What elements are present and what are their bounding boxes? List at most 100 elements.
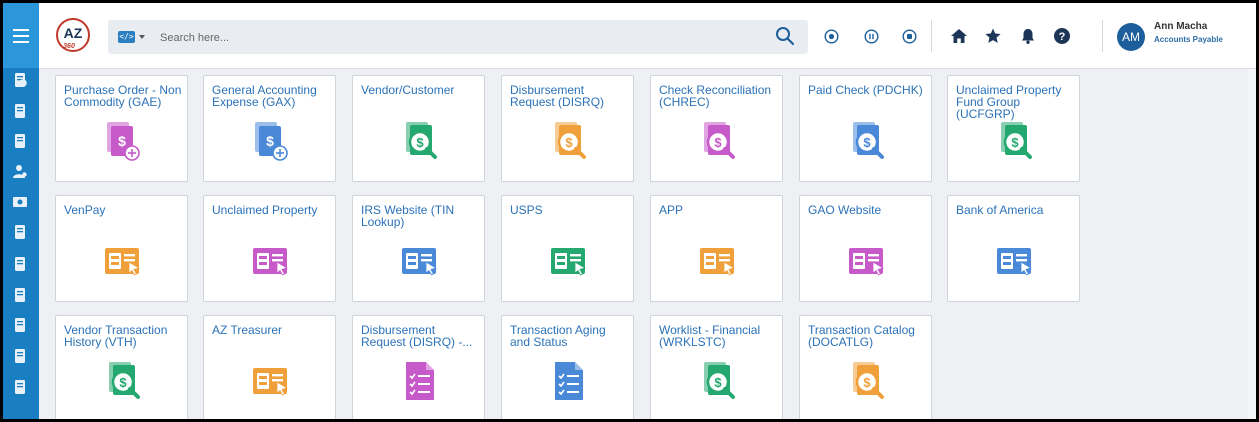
stop-icon[interactable]: [902, 29, 917, 44]
svg-text:$: $: [266, 133, 274, 149]
rail-file-icon[interactable]: [12, 103, 28, 119]
notifications-bell-icon[interactable]: [1019, 27, 1037, 45]
hamburger-menu-button[interactable]: [3, 3, 39, 68]
user-role: Accounts Payable: [1154, 35, 1223, 44]
rail-doc-user-icon[interactable]: [12, 348, 28, 364]
hamburger-icon: [13, 34, 29, 37]
app-tile[interactable]: Unclaimed Property Fund Group (UCFGRP) $: [947, 75, 1080, 182]
money-search-icon: $: [853, 362, 884, 399]
money-search-icon: $: [109, 362, 140, 399]
app-tile[interactable]: Vendor/Customer $: [352, 75, 485, 182]
app-tile[interactable]: Vendor Transaction History (VTH) $: [55, 315, 188, 419]
app-tile[interactable]: Purchase Order - Non Commodity (GAE) $: [55, 75, 188, 182]
tile-label: VenPay: [64, 203, 106, 217]
rail-docs-icon[interactable]: [12, 317, 28, 333]
tile-label: AZ Treasurer: [212, 323, 283, 337]
app-tile[interactable]: Worklist - Financial (WRKLSTC) $: [650, 315, 783, 419]
search-input[interactable]: [158, 27, 752, 49]
tile-label: Transaction Aging and Status: [510, 323, 606, 349]
web-form-icon: [402, 248, 437, 276]
app-tile[interactable]: APP: [650, 195, 783, 302]
user-avatar[interactable]: AM: [1117, 23, 1145, 51]
app-tile[interactable]: Disbursement Request (DISRQ) -...: [352, 315, 485, 419]
money-doc-add-icon: $: [255, 122, 288, 161]
money-doc-add-icon: $: [107, 122, 140, 161]
rail-users-icon[interactable]: [12, 163, 28, 179]
web-form-icon: [551, 248, 586, 276]
app-tile[interactable]: Transaction Catalog (DOCATLG) $: [799, 315, 932, 419]
rail-search-doc-icon[interactable]: [12, 72, 28, 88]
tile-label: IRS Website (TIN Lookup): [361, 203, 455, 229]
pause-icon[interactable]: [864, 29, 879, 44]
search-scope-dropdown[interactable]: </>: [118, 29, 152, 45]
tile-label: Bank of America: [956, 203, 1044, 217]
divider: [931, 20, 932, 52]
az360-logo[interactable]: AZ 360: [55, 17, 91, 53]
money-search-icon: $: [1001, 122, 1032, 159]
divider: [1102, 20, 1103, 52]
rail-doc-settings-icon[interactable]: [12, 256, 28, 272]
money-search-icon: $: [853, 122, 884, 159]
rail-docs-icon[interactable]: [12, 287, 28, 303]
app-tile[interactable]: Paid Check (PDCHK) $: [799, 75, 932, 182]
app-tile[interactable]: Check Reconciliation (CHREC) $: [650, 75, 783, 182]
app-tile[interactable]: GAO Website: [799, 195, 932, 302]
svg-text:$: $: [714, 135, 722, 150]
money-search-icon: $: [406, 122, 437, 159]
logo-text: AZ: [64, 25, 83, 41]
svg-text:$: $: [863, 135, 871, 150]
app-tile[interactable]: General Accounting Expense (GAX) $: [203, 75, 336, 182]
svg-text:$: $: [118, 133, 126, 149]
vertical-scrollbar[interactable]: [1248, 69, 1256, 419]
app-tile[interactable]: USPS: [501, 195, 634, 302]
caret-down-icon: [139, 35, 145, 39]
help-icon[interactable]: ?: [1053, 27, 1071, 45]
tile-label: Paid Check (PDCHK): [808, 83, 923, 97]
tile-label: APP: [659, 203, 684, 217]
web-form-icon: [849, 248, 884, 276]
app-tile[interactable]: IRS Website (TIN Lookup): [352, 195, 485, 302]
record-icon[interactable]: [824, 29, 839, 44]
web-form-icon: [105, 248, 140, 276]
app-tile[interactable]: Unclaimed Property: [203, 195, 336, 302]
tile-label: Purchase Order - Non Commodity (GAE): [64, 83, 182, 109]
tile-label: Worklist - Financial (WRKLSTC): [659, 323, 761, 349]
global-search: </>: [108, 20, 808, 54]
svg-text:$: $: [416, 135, 424, 150]
rail-doc-check-icon[interactable]: [12, 379, 28, 395]
rail-money-icon[interactable]: [12, 194, 28, 210]
money-search-icon: $: [555, 122, 586, 159]
app-tile[interactable]: AZ Treasurer: [203, 315, 336, 419]
tile-label: GAO Website: [808, 203, 882, 217]
top-navigation-bar: AZ 360 </> Search here... ? AM Ann Macha…: [3, 3, 1256, 69]
app-tile[interactable]: Bank of America: [947, 195, 1080, 302]
tile-label: Transaction Catalog (DOCATLG): [808, 323, 915, 349]
checklist-icon: [406, 362, 434, 400]
user-name[interactable]: Ann Macha: [1154, 21, 1207, 32]
money-search-icon: $: [704, 362, 735, 399]
money-search-icon: $: [704, 122, 735, 159]
svg-text:$: $: [119, 375, 127, 390]
svg-text:$: $: [1011, 135, 1019, 150]
app-tile[interactable]: Disbursement Request (DISRQ) $: [501, 75, 634, 182]
tile-label: Vendor Transaction History (VTH): [64, 323, 168, 349]
tile-label: Check Reconciliation (CHREC): [659, 83, 772, 109]
web-form-icon: [253, 248, 288, 276]
rail-document-icon[interactable]: [12, 224, 28, 240]
tile-label: General Accounting Expense (GAX): [212, 83, 317, 109]
tile-label: USPS: [510, 203, 543, 217]
web-form-icon: [253, 368, 288, 396]
svg-text:$: $: [863, 375, 871, 390]
web-form-icon: [997, 248, 1032, 276]
app-tile[interactable]: Transaction Aging and Status: [501, 315, 634, 419]
app-tile[interactable]: VenPay: [55, 195, 188, 302]
logo-sub: 360: [63, 43, 75, 50]
favorites-star-icon[interactable]: [984, 27, 1002, 45]
search-icon[interactable]: [775, 26, 795, 46]
tile-label: Disbursement Request (DISRQ) -...: [361, 323, 473, 349]
svg-text:$: $: [714, 375, 722, 390]
left-navigation-rail: [3, 3, 39, 419]
tile-label: Unclaimed Property Fund Group (UCFGRP): [956, 83, 1062, 121]
rail-file-icon[interactable]: [12, 133, 28, 149]
home-icon[interactable]: [950, 27, 968, 45]
